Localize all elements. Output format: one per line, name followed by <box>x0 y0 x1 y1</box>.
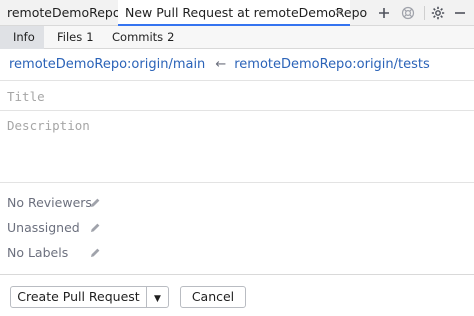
tab-new-pull-request[interactable]: New Pull Request at remoteDemoRepo ✕ <box>118 0 367 26</box>
title-input[interactable] <box>7 87 467 105</box>
tab-files-count: 1 <box>86 30 94 44</box>
tab-info[interactable]: Info <box>0 26 44 49</box>
chevron-down-icon: ▼ <box>154 294 161 304</box>
description-input[interactable] <box>7 118 467 176</box>
branch-selector: remoteDemoRepo:origin/main ← remoteDemoRep… <box>9 56 430 74</box>
divider <box>0 182 474 183</box>
cancel-label: Cancel <box>191 289 235 304</box>
lifebuoy-icon[interactable] <box>398 3 418 23</box>
divider <box>0 110 474 111</box>
plus-icon[interactable] <box>374 3 394 23</box>
cancel-button[interactable]: Cancel <box>180 286 246 308</box>
head-branch-link[interactable]: remoteDemoRepo:origin/tests <box>234 57 430 72</box>
tab-remote-demo-repo[interactable]: remoteDemoRepo <box>7 0 121 26</box>
tab-files-label: Files <box>57 30 83 44</box>
tab-commits-label: Commits <box>112 30 164 44</box>
tab-label: New Pull Request at remoteDemoRepo <box>125 5 368 20</box>
left-arrow-icon: ← <box>215 57 227 72</box>
toolbar-separator <box>424 6 425 20</box>
assignees-label: Unassigned <box>7 220 80 235</box>
create-options-dropdown-button[interactable]: ▼ <box>146 286 169 308</box>
base-branch-link[interactable]: remoteDemoRepo:origin/main <box>9 57 205 72</box>
minimize-icon[interactable] <box>450 3 470 23</box>
create-pull-request-button[interactable]: Create Pull Request <box>10 286 147 308</box>
subtab-bar: Info Files 1 Commits 2 <box>0 26 474 49</box>
reviewers-label: No Reviewers <box>7 195 92 210</box>
reviewers-row: No Reviewers <box>7 194 92 212</box>
tab-commits-count: 2 <box>167 30 175 44</box>
labels-label: No Labels <box>7 245 69 260</box>
edit-assignees-pencil-icon[interactable] <box>89 222 101 234</box>
create-pull-request-label: Create Pull Request <box>17 289 140 304</box>
tool-window-tabbar: remoteDemoRepo New Pull Request at remot… <box>0 0 474 26</box>
divider <box>0 80 474 81</box>
gear-icon[interactable] <box>428 3 448 23</box>
labels-row: No Labels <box>7 244 68 262</box>
edit-labels-pencil-icon[interactable] <box>89 247 101 259</box>
tab-info-label: Info <box>13 30 35 44</box>
edit-reviewers-pencil-icon[interactable] <box>89 197 101 209</box>
assignees-row: Unassigned <box>7 219 80 237</box>
tab-commits[interactable]: Commits 2 <box>112 26 175 49</box>
close-icon[interactable]: ✕ <box>334 0 343 26</box>
footer-bar: Create Pull Request ▼ Cancel <box>0 274 474 316</box>
tab-files[interactable]: Files 1 <box>57 26 97 49</box>
tab-label: remoteDemoRepo <box>7 5 121 20</box>
